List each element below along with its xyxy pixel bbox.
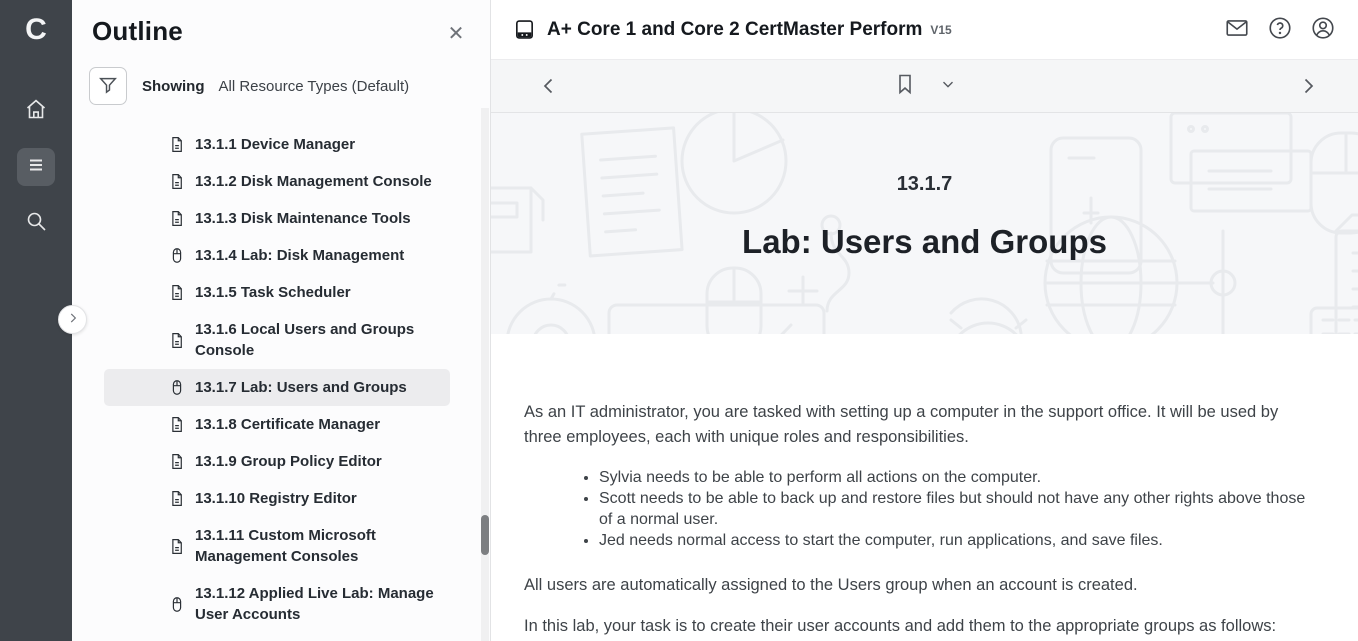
home-icon (24, 97, 48, 126)
intro-paragraph: As an IT administrator, you are tasked w… (524, 400, 1306, 450)
previous-page-button[interactable] (537, 74, 561, 101)
outline-item-label: 13.1.1 Device Manager (195, 134, 355, 155)
task-paragraph: In this lab, your task is to create thei… (524, 614, 1306, 639)
outline-item[interactable]: 13.1.5 Task Scheduler (104, 274, 450, 311)
outline-list: 13.1.1 Device Manager 13.1.2 Disk Manage… (72, 126, 490, 633)
course-title: A+ Core 1 and Core 2 CertMaster Perform (547, 19, 922, 41)
lesson-hero: 13.1.7 Lab: Users and Groups (491, 113, 1358, 334)
requirement-item: Scott needs to be able to back up and re… (599, 488, 1306, 530)
requirement-item: Sylvia needs to be able to perform all a… (599, 467, 1306, 488)
lesson-title: Lab: Users and Groups (742, 223, 1107, 261)
outline-scrollbar-thumb[interactable] (481, 515, 489, 555)
chevron-right-icon (1296, 74, 1320, 101)
requirements-list: Sylvia needs to be able to perform all a… (599, 467, 1306, 551)
outline-toggle-button[interactable] (17, 148, 55, 186)
outline-item[interactable]: 13.1.2 Disk Management Console (104, 163, 450, 200)
lesson-body: As an IT administrator, you are tasked w… (491, 334, 1358, 641)
search-icon (24, 209, 48, 238)
outline-item-label: 13.1.4 Lab: Disk Management (195, 245, 404, 266)
requirement-item: Jed needs normal access to start the com… (599, 530, 1306, 551)
document-icon (168, 537, 186, 556)
outline-panel-title: Outline (92, 16, 183, 47)
outline-item[interactable]: 13.1.3 Disk Maintenance Tools (104, 200, 450, 237)
next-page-button[interactable] (1296, 74, 1320, 101)
app-window: C Outline ✕ (0, 0, 1358, 641)
outline-icon (24, 153, 48, 182)
outline-item[interactable]: 13.1.7 Lab: Users and Groups (104, 369, 450, 406)
course-header: A+ Core 1 and Core 2 CertMaster Perform … (491, 0, 1358, 60)
chevron-right-icon (66, 311, 80, 328)
outline-item[interactable]: 13.1.8 Certificate Manager (104, 406, 450, 443)
outline-item[interactable]: 13.1.4 Lab: Disk Management (104, 237, 450, 274)
document-icon (168, 283, 186, 302)
outline-item[interactable]: 13.1.1 Device Manager (104, 126, 450, 163)
outline-item-label: 13.1.3 Disk Maintenance Tools (195, 208, 411, 229)
outline-item-label: 13.1.8 Certificate Manager (195, 414, 380, 435)
outline-item-label: 13.1.2 Disk Management Console (195, 171, 432, 192)
messages-button[interactable] (1224, 17, 1250, 43)
outline-item[interactable]: 13.1.9 Group Policy Editor (104, 443, 450, 480)
main-area: A+ Core 1 and Core 2 CertMaster Perform … (491, 0, 1358, 641)
users-group-paragraph: All users are automatically assigned to … (524, 573, 1306, 598)
bookmark-menu-button[interactable] (939, 75, 957, 96)
help-icon (1267, 15, 1293, 44)
bookmark-icon (893, 72, 917, 99)
mouse-icon (168, 246, 186, 265)
outline-item-label: 13.1.11 Custom Microsoft Management Cons… (195, 525, 442, 567)
outline-item-label: 13.1.5 Task Scheduler (195, 282, 351, 303)
close-outline-button[interactable]: ✕ (444, 22, 468, 46)
outline-scrollbar[interactable] (481, 108, 489, 641)
filter-button[interactable] (89, 67, 127, 105)
outline-item-label: 13.1.6 Local Users and Groups Console (195, 319, 442, 361)
account-icon (1310, 15, 1336, 44)
outline-item-label: 13.1.10 Registry Editor (195, 488, 357, 509)
document-icon (168, 489, 186, 508)
chevron-down-icon (939, 75, 957, 96)
outline-panel: Outline ✕ Showing All Resource Types (De… (72, 0, 491, 641)
document-icon (168, 452, 186, 471)
mouse-icon (168, 378, 186, 397)
resource-type-filter-value[interactable]: All Resource Types (Default) (219, 78, 410, 95)
course-reader-icon (513, 18, 536, 41)
search-button[interactable] (17, 204, 55, 242)
bookmark-button[interactable] (893, 72, 917, 99)
document-icon (168, 172, 186, 191)
home-button[interactable] (17, 92, 55, 130)
outline-item[interactable]: 13.1.12 Applied Live Lab: Manage User Ac… (104, 575, 450, 633)
outline-item-label: 13.1.7 Lab: Users and Groups (195, 377, 407, 398)
outline-item-label: 13.1.12 Applied Live Lab: Manage User Ac… (195, 583, 442, 625)
outline-item-label: 13.1.9 Group Policy Editor (195, 451, 382, 472)
mouse-icon (168, 595, 186, 614)
account-button[interactable] (1310, 17, 1336, 43)
document-icon (168, 135, 186, 154)
collapse-panel-button[interactable] (58, 305, 87, 334)
document-icon (168, 331, 186, 350)
course-version-badge: V15 (930, 23, 951, 37)
outline-item[interactable]: 13.1.6 Local Users and Groups Console (104, 311, 450, 369)
help-button[interactable] (1267, 17, 1293, 43)
outline-item[interactable]: 13.1.10 Registry Editor (104, 480, 450, 517)
close-icon: ✕ (448, 23, 465, 45)
showing-label: Showing (142, 78, 205, 95)
brand-logo: C (14, 10, 58, 50)
outline-item[interactable]: 13.1.11 Custom Microsoft Management Cons… (104, 517, 450, 575)
document-icon (168, 415, 186, 434)
lesson-number: 13.1.7 (897, 173, 953, 196)
chevron-left-icon (537, 74, 561, 101)
filter-funnel-icon (97, 74, 119, 99)
lesson-toolbar (491, 60, 1358, 113)
mail-icon (1224, 15, 1250, 44)
document-icon (168, 209, 186, 228)
